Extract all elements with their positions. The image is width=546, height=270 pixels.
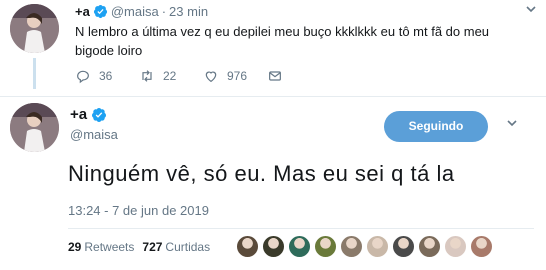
liker-avatar[interactable] — [444, 235, 467, 258]
parent-author-name[interactable]: +a — [75, 4, 90, 19]
retweets-count[interactable]: 29 — [68, 240, 81, 254]
reply-icon — [77, 70, 89, 84]
liker-avatar[interactable] — [392, 235, 415, 258]
reply-count: 36 — [99, 69, 113, 83]
thread-connector-line — [33, 58, 36, 89]
retweets-label[interactable]: Retweets — [84, 240, 134, 254]
main-author-handle[interactable]: @maisa — [70, 127, 118, 142]
direct-message-button[interactable] — [267, 68, 291, 84]
reply-button[interactable]: 36 — [75, 68, 139, 84]
likes-count[interactable]: 727 — [142, 240, 162, 254]
likes-label[interactable]: Curtidas — [165, 240, 210, 254]
parent-tweet-time[interactable]: 23 min — [169, 4, 208, 19]
direct-message-icon — [269, 71, 281, 81]
avatar-image — [10, 103, 59, 152]
retweet-count: 22 — [163, 69, 177, 83]
parent-tweet-actions: 36 22 976 — [75, 68, 291, 84]
retweet-button[interactable]: 22 — [139, 68, 203, 84]
chevron-down-icon[interactable] — [506, 117, 518, 132]
chevron-down-icon[interactable] — [525, 3, 537, 18]
tweet-stats: 29 Retweets 727 Curtidas — [68, 240, 218, 254]
retweet-icon — [142, 70, 152, 82]
following-button[interactable]: Seguindo — [384, 111, 488, 142]
parent-tweet-header: +a @maisa · 23 min — [75, 4, 208, 19]
like-icon — [205, 71, 217, 83]
liker-avatars — [236, 235, 496, 258]
parent-author-handle[interactable]: @maisa — [111, 4, 159, 19]
main-author-name[interactable]: +a — [70, 106, 87, 123]
avatar-image — [10, 4, 59, 53]
liker-avatar[interactable] — [236, 235, 259, 258]
parent-tweet-avatar[interactable] — [10, 4, 59, 53]
stats-divider — [68, 228, 534, 229]
liker-avatar[interactable] — [314, 235, 337, 258]
liker-avatar[interactable] — [262, 235, 285, 258]
verified-badge-icon — [92, 107, 107, 122]
like-count: 976 — [227, 69, 248, 83]
header-separator: · — [161, 4, 167, 19]
liker-avatar[interactable] — [340, 235, 363, 258]
liker-avatar[interactable] — [366, 235, 389, 258]
liker-avatar[interactable] — [288, 235, 311, 258]
main-tweet-text: Ninguém vê, só eu. Mas eu sei q tá la — [68, 161, 455, 186]
liker-avatar[interactable] — [470, 235, 493, 258]
main-tweet-timestamp[interactable]: 13:24 - 7 de jun de 2019 — [68, 203, 209, 218]
tweet-divider — [0, 96, 546, 97]
liker-avatar[interactable] — [418, 235, 441, 258]
main-author-name-row: +a — [70, 106, 110, 123]
verified-badge-icon — [93, 4, 107, 19]
like-button[interactable]: 976 — [203, 68, 267, 84]
main-tweet-avatar[interactable] — [10, 103, 59, 152]
parent-tweet-text: N lembro a última vez q eu depilei meu b… — [75, 24, 490, 58]
